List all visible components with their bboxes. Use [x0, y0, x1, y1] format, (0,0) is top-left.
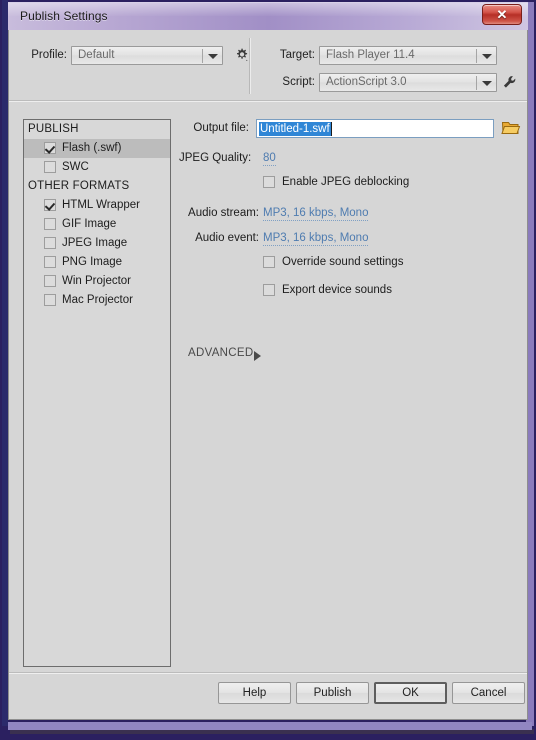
list-item-label: PNG Image	[62, 256, 123, 268]
export-device-sounds-label: Export device sounds	[282, 284, 392, 296]
list-item-label: Mac Projector	[62, 294, 133, 306]
publish-format-list[interactable]: PUBLISH Flash (.swf) SWC OTHER FORMATS H…	[23, 119, 171, 667]
close-icon: ✕	[496, 7, 508, 22]
top-settings-region: Profile: Default Target: Flash Player 11…	[9, 30, 527, 100]
output-file-label: Output file:	[193, 122, 249, 134]
advanced-section-toggle[interactable]: ADVANCED	[188, 347, 253, 359]
chevron-down-icon	[482, 54, 492, 59]
audio-event-link[interactable]: MP3, 16 kbps, Mono	[263, 232, 369, 246]
output-file-input[interactable]: Untitled-1.swf	[256, 119, 494, 138]
script-dropdown[interactable]: ActionScript 3.0	[319, 73, 497, 92]
jpeg-quality-label: JPEG Quality:	[179, 152, 252, 164]
output-file-value: Untitled-1.swf	[259, 122, 331, 136]
profile-dropdown-separator	[202, 49, 203, 63]
list-item-label: Flash (.swf)	[62, 142, 122, 154]
script-settings-button[interactable]	[501, 74, 519, 92]
profile-dropdown-value: Default	[78, 49, 115, 61]
checkbox-png-image[interactable]	[44, 256, 56, 268]
override-sound-settings-label: Override sound settings	[282, 256, 404, 268]
checkbox-mac-projector[interactable]	[44, 294, 56, 306]
folder-icon	[501, 122, 521, 134]
script-dropdown-separator	[476, 76, 477, 90]
window-frame-bottom	[8, 722, 532, 730]
checkbox-export-device-sounds[interactable]	[263, 284, 275, 296]
text-caret	[331, 122, 332, 136]
checkbox-swc[interactable]	[44, 161, 56, 173]
close-button[interactable]: ✕	[482, 4, 522, 25]
list-item-label: SWC	[62, 161, 89, 173]
window-title: Publish Settings	[20, 9, 108, 23]
list-item-png-image[interactable]: PNG Image	[24, 253, 170, 272]
checkbox-flash-swf[interactable]	[44, 142, 56, 154]
list-item-jpeg-image[interactable]: JPEG Image	[24, 234, 170, 253]
flash-settings-pane: Output file: Untitled-1.swf JPEG Quality…	[179, 119, 527, 667]
publish-settings-window: Publish Settings ✕ Profile: Default Targ…	[0, 0, 536, 740]
target-label: Target:	[279, 49, 315, 61]
list-group-header-other-formats: OTHER FORMATS	[28, 180, 130, 192]
list-item-html-wrapper[interactable]: HTML Wrapper	[24, 196, 170, 215]
checkbox-enable-jpeg-deblocking[interactable]	[263, 176, 275, 188]
publish-button[interactable]: Publish	[296, 682, 369, 704]
list-item-swc[interactable]: SWC	[24, 158, 170, 177]
list-item-mac-projector[interactable]: Mac Projector	[24, 291, 170, 310]
target-dropdown-separator	[476, 49, 477, 63]
target-dropdown-value: Flash Player 11.4	[326, 49, 415, 61]
checkbox-html-wrapper[interactable]	[44, 199, 56, 211]
title-bar[interactable]: Publish Settings ✕	[8, 2, 528, 30]
checkbox-jpeg-image[interactable]	[44, 237, 56, 249]
target-dropdown[interactable]: Flash Player 11.4	[319, 46, 497, 65]
help-button[interactable]: Help	[218, 682, 291, 704]
list-item-label: HTML Wrapper	[62, 199, 140, 211]
chevron-right-icon	[254, 351, 261, 361]
footer-separator	[9, 672, 527, 674]
cancel-button[interactable]: Cancel	[452, 682, 525, 704]
checkbox-win-projector[interactable]	[44, 275, 56, 287]
wrench-icon	[503, 76, 516, 88]
list-item-flash-swf[interactable]: Flash (.swf)	[24, 139, 170, 158]
chevron-down-icon	[208, 54, 218, 59]
top-region-divider	[249, 38, 251, 94]
chevron-down-icon	[482, 81, 492, 86]
list-item-gif-image[interactable]: GIF Image	[24, 215, 170, 234]
checkbox-override-sound-settings[interactable]	[263, 256, 275, 268]
audio-stream-link[interactable]: MP3, 16 kbps, Mono	[263, 207, 369, 221]
checkbox-gif-image[interactable]	[44, 218, 56, 230]
list-group-header-publish: PUBLISH	[28, 123, 79, 135]
dialog-body: Profile: Default Target: Flash Player 11…	[8, 30, 528, 720]
script-dropdown-value: ActionScript 3.0	[326, 76, 407, 88]
jpeg-quality-link[interactable]: 80	[263, 152, 276, 166]
list-item-label: GIF Image	[62, 218, 117, 230]
list-item-label: JPEG Image	[62, 237, 128, 249]
browse-output-file-button[interactable]	[501, 119, 521, 138]
profile-label: Profile:	[31, 49, 67, 61]
enable-jpeg-deblocking-label: Enable JPEG deblocking	[282, 176, 410, 188]
audio-stream-label: Audio stream:	[188, 207, 259, 219]
list-item-win-projector[interactable]: Win Projector	[24, 272, 170, 291]
audio-event-label: Audio event:	[195, 232, 259, 244]
top-separator	[9, 100, 527, 102]
list-item-label: Win Projector	[62, 275, 132, 287]
ok-button[interactable]: OK	[374, 682, 447, 704]
profile-dropdown[interactable]: Default	[71, 46, 223, 65]
script-label: Script:	[282, 76, 315, 88]
